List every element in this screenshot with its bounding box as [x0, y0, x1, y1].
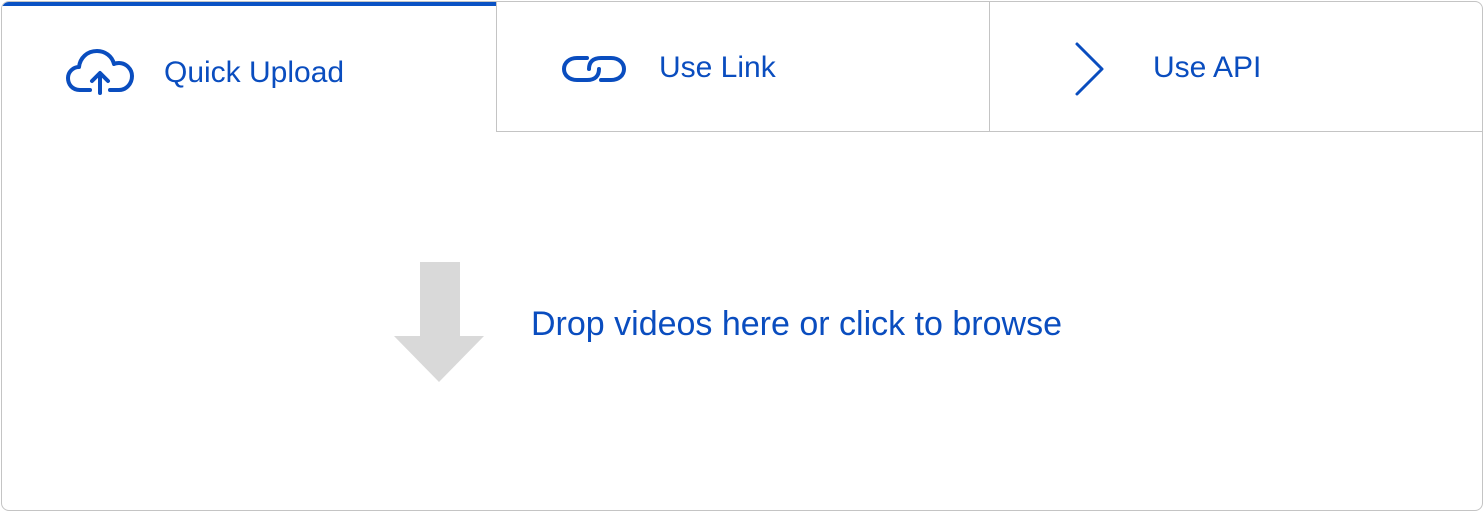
tab-use-api[interactable]: Use API — [989, 2, 1482, 132]
tab-use-link[interactable]: Use Link — [496, 2, 990, 132]
drop-zone[interactable]: Drop videos here or click to browse — [2, 134, 1482, 510]
chevron-right-icon — [1075, 42, 1104, 96]
tab-quick-upload-label: Quick Upload — [164, 56, 345, 89]
tab-quick-upload[interactable]: Quick Upload — [2, 2, 496, 134]
drop-zone-text[interactable]: Drop videos here or click to browse — [531, 304, 1062, 344]
download-arrow-icon — [394, 262, 484, 382]
upload-widget: Quick Upload Use Link Use API Drop video… — [1, 1, 1483, 511]
cloud-upload-icon — [66, 49, 134, 95]
tab-use-api-label: Use API — [1153, 51, 1262, 84]
link-icon — [562, 56, 626, 82]
tab-use-link-label: Use Link — [659, 51, 776, 84]
tab-bar: Quick Upload Use Link Use API — [2, 2, 1482, 134]
